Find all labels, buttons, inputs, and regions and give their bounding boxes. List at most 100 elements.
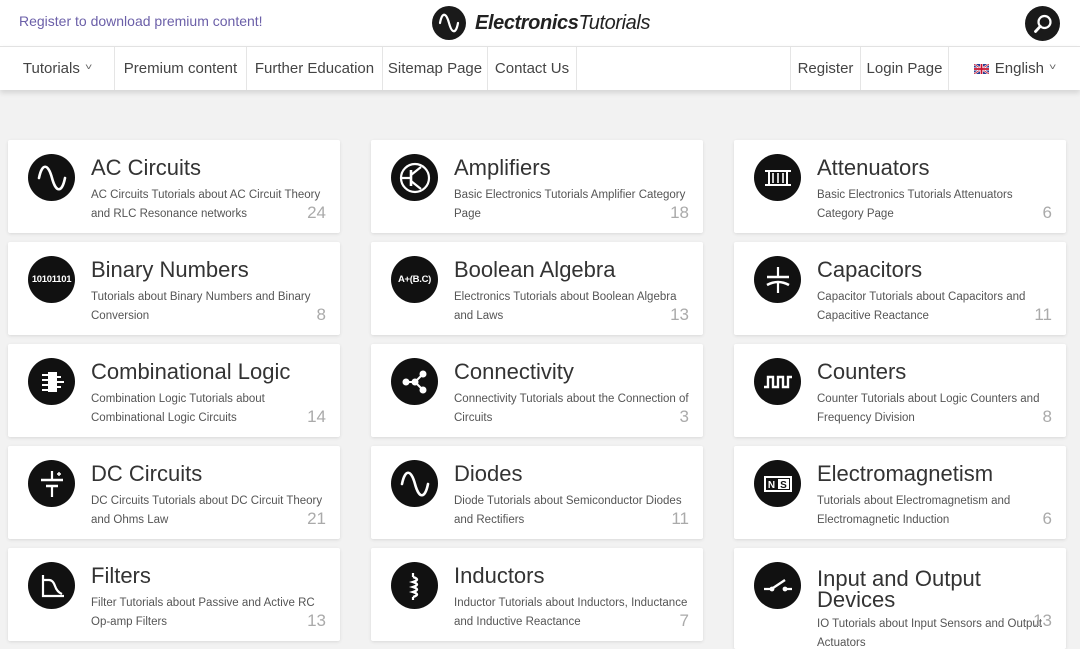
category-count: 8 [1042,407,1052,426]
nav-login-page[interactable]: Login Page [861,47,948,90]
category-title: Boolean Algebra [454,257,616,282]
category-description: IO Tutorials about Input Sensors and Out… [817,618,1043,649]
boolean-icon-text: A+(B.C) [398,274,431,285]
category-description: Basic Electronics Tutorials Attenuators … [817,189,1013,220]
logo-wordmark: ElectronicsTutorials [475,12,650,35]
language-label: English [994,60,1044,77]
category-description: Inductor Tutorials about Inductors, Indu… [454,597,688,628]
share-nodes-icon [391,358,438,405]
category-card-electromagnetism[interactable]: NS Electromagnetism Tutorials about Elec… [734,446,1066,539]
coil-icon [391,562,438,609]
category-title: Counters [817,359,907,384]
category-count: 18 [670,203,689,222]
nav-tutorials[interactable]: Tutorials ˅ [0,47,114,90]
top-bar: Register to download premium content! El… [0,0,1080,46]
category-title: Connectivity [454,359,574,384]
logo-brand-bold: Electronics [475,11,579,34]
boolean-icon: A+(B.C) [391,256,438,303]
category-description: Basic Electronics Tutorials Amplifier Ca… [454,189,686,220]
category-title: Amplifiers [454,155,551,180]
category-description: Tutorials about Electromagnetism and Ele… [817,495,1011,526]
site-logo[interactable]: ElectronicsTutorials [432,6,650,40]
category-description: Combination Logic Tutorials about Combin… [91,393,265,424]
main-nav: Tutorials ˅ Premium content Further Educa… [0,46,1080,90]
category-card-input-output-devices[interactable]: Input and Output Devices IO Tutorials ab… [734,548,1066,649]
register-promo-link[interactable]: Register to download premium content! [19,13,263,29]
category-count: 11 [1034,305,1052,324]
category-description: Connectivity Tutorials about the Connect… [454,393,689,424]
category-card-diodes[interactable]: Diodes Diode Tutorials about Semiconduct… [371,446,703,539]
category-title: Inductors [454,563,545,588]
category-card-boolean-algebra[interactable]: A+(B.C) Boolean Algebra Electronics Tuto… [371,242,703,335]
chevron-down-icon: ˅ [84,61,93,72]
category-description: Filter Tutorials about Passive and Activ… [91,597,315,628]
category-description: Diode Tutorials about Semiconductor Diod… [454,495,682,526]
switch-icon [754,562,801,609]
category-count: 21 [307,509,326,528]
category-title: Electromagnetism [817,461,994,486]
svg-text:S: S [780,480,787,491]
category-title: Attenuators [817,155,930,180]
category-title: Diodes [454,461,523,486]
logo-brand-regular: Tutorials [578,11,651,34]
category-description: Counter Tutorials about Logic Counters a… [817,393,1040,424]
battery-icon [28,460,75,507]
category-card-attenuators[interactable]: Attenuators Basic Electronics Tutorials … [734,140,1066,233]
category-card-dc-circuits[interactable]: DC Circuits DC Circuits Tutorials about … [8,446,340,539]
language-selector[interactable]: English ˅ [949,47,1080,90]
category-count: 6 [1042,203,1052,222]
nav-further-education[interactable]: Further Education [247,47,382,90]
category-count: 13 [307,611,326,630]
category-count: 13 [1033,611,1052,630]
logic-chip-icon [28,358,75,405]
nav-divider [576,47,577,90]
category-count: 14 [307,407,326,426]
category-title: Capacitors [817,257,923,282]
sine-wave-logo-icon [432,6,466,40]
category-description: Capacitor Tutorials about Capacitors and… [817,291,1026,322]
nav-register[interactable]: Register [791,47,860,90]
capacitor-icon [754,256,801,303]
category-description: Electronics Tutorials about Boolean Alge… [454,291,677,322]
chevron-down-icon: ˅ [1048,61,1057,72]
category-count: 3 [679,407,689,426]
category-card-amplifiers[interactable]: Amplifiers Basic Electronics Tutorials A… [371,140,703,233]
category-count: 24 [307,203,326,222]
filter-response-icon [28,562,75,609]
category-count: 6 [1042,509,1052,528]
square-wave-icon [754,358,801,405]
category-card-capacitors[interactable]: Capacitors Capacitor Tutorials about Cap… [734,242,1066,335]
nav-sitemap-page[interactable]: Sitemap Page [383,47,487,90]
category-card-inductors[interactable]: Inductors Inductor Tutorials about Induc… [371,548,703,641]
category-description: Tutorials about Binary Numbers and Binar… [91,291,311,322]
category-title: Input and Output Devices [817,566,981,612]
nav-contact-us[interactable]: Contact Us [488,47,576,90]
category-count: 13 [670,305,689,324]
category-title: Binary Numbers [91,257,249,282]
category-card-ac-circuits[interactable]: AC Circuits AC Circuits Tutorials about … [8,140,340,233]
search-button[interactable] [1025,6,1060,41]
sine-wave-icon [391,460,438,507]
category-description: AC Circuits Tutorials about AC Circuit T… [91,189,321,220]
category-count: 8 [316,305,326,324]
category-card-binary-numbers[interactable]: 10101101 Binary Numbers Tutorials about … [8,242,340,335]
category-card-connectivity[interactable]: Connectivity Connectivity Tutorials abou… [371,344,703,437]
nav-tutorials-label: Tutorials [22,60,80,77]
category-count: 7 [679,611,689,630]
attenuator-icon [754,154,801,201]
transistor-icon [391,154,438,201]
nav-premium-content[interactable]: Premium content [115,47,246,90]
binary-icon-text: 10101101 [31,274,72,285]
binary-icon: 10101101 [28,256,75,303]
category-title: Filters [91,563,151,588]
category-count: 11 [671,509,689,528]
category-title: DC Circuits [91,461,203,486]
category-card-combinational-logic[interactable]: Combinational Logic Combination Logic Tu… [8,344,340,437]
uk-flag-icon [973,63,989,74]
category-description: DC Circuits Tutorials about DC Circuit T… [91,495,323,526]
category-card-counters[interactable]: Counters Counter Tutorials about Logic C… [734,344,1066,437]
category-card-filters[interactable]: Filters Filter Tutorials about Passive a… [8,548,340,641]
search-icon [1033,14,1052,33]
category-title: AC Circuits [91,155,202,180]
sine-wave-icon [28,154,75,201]
